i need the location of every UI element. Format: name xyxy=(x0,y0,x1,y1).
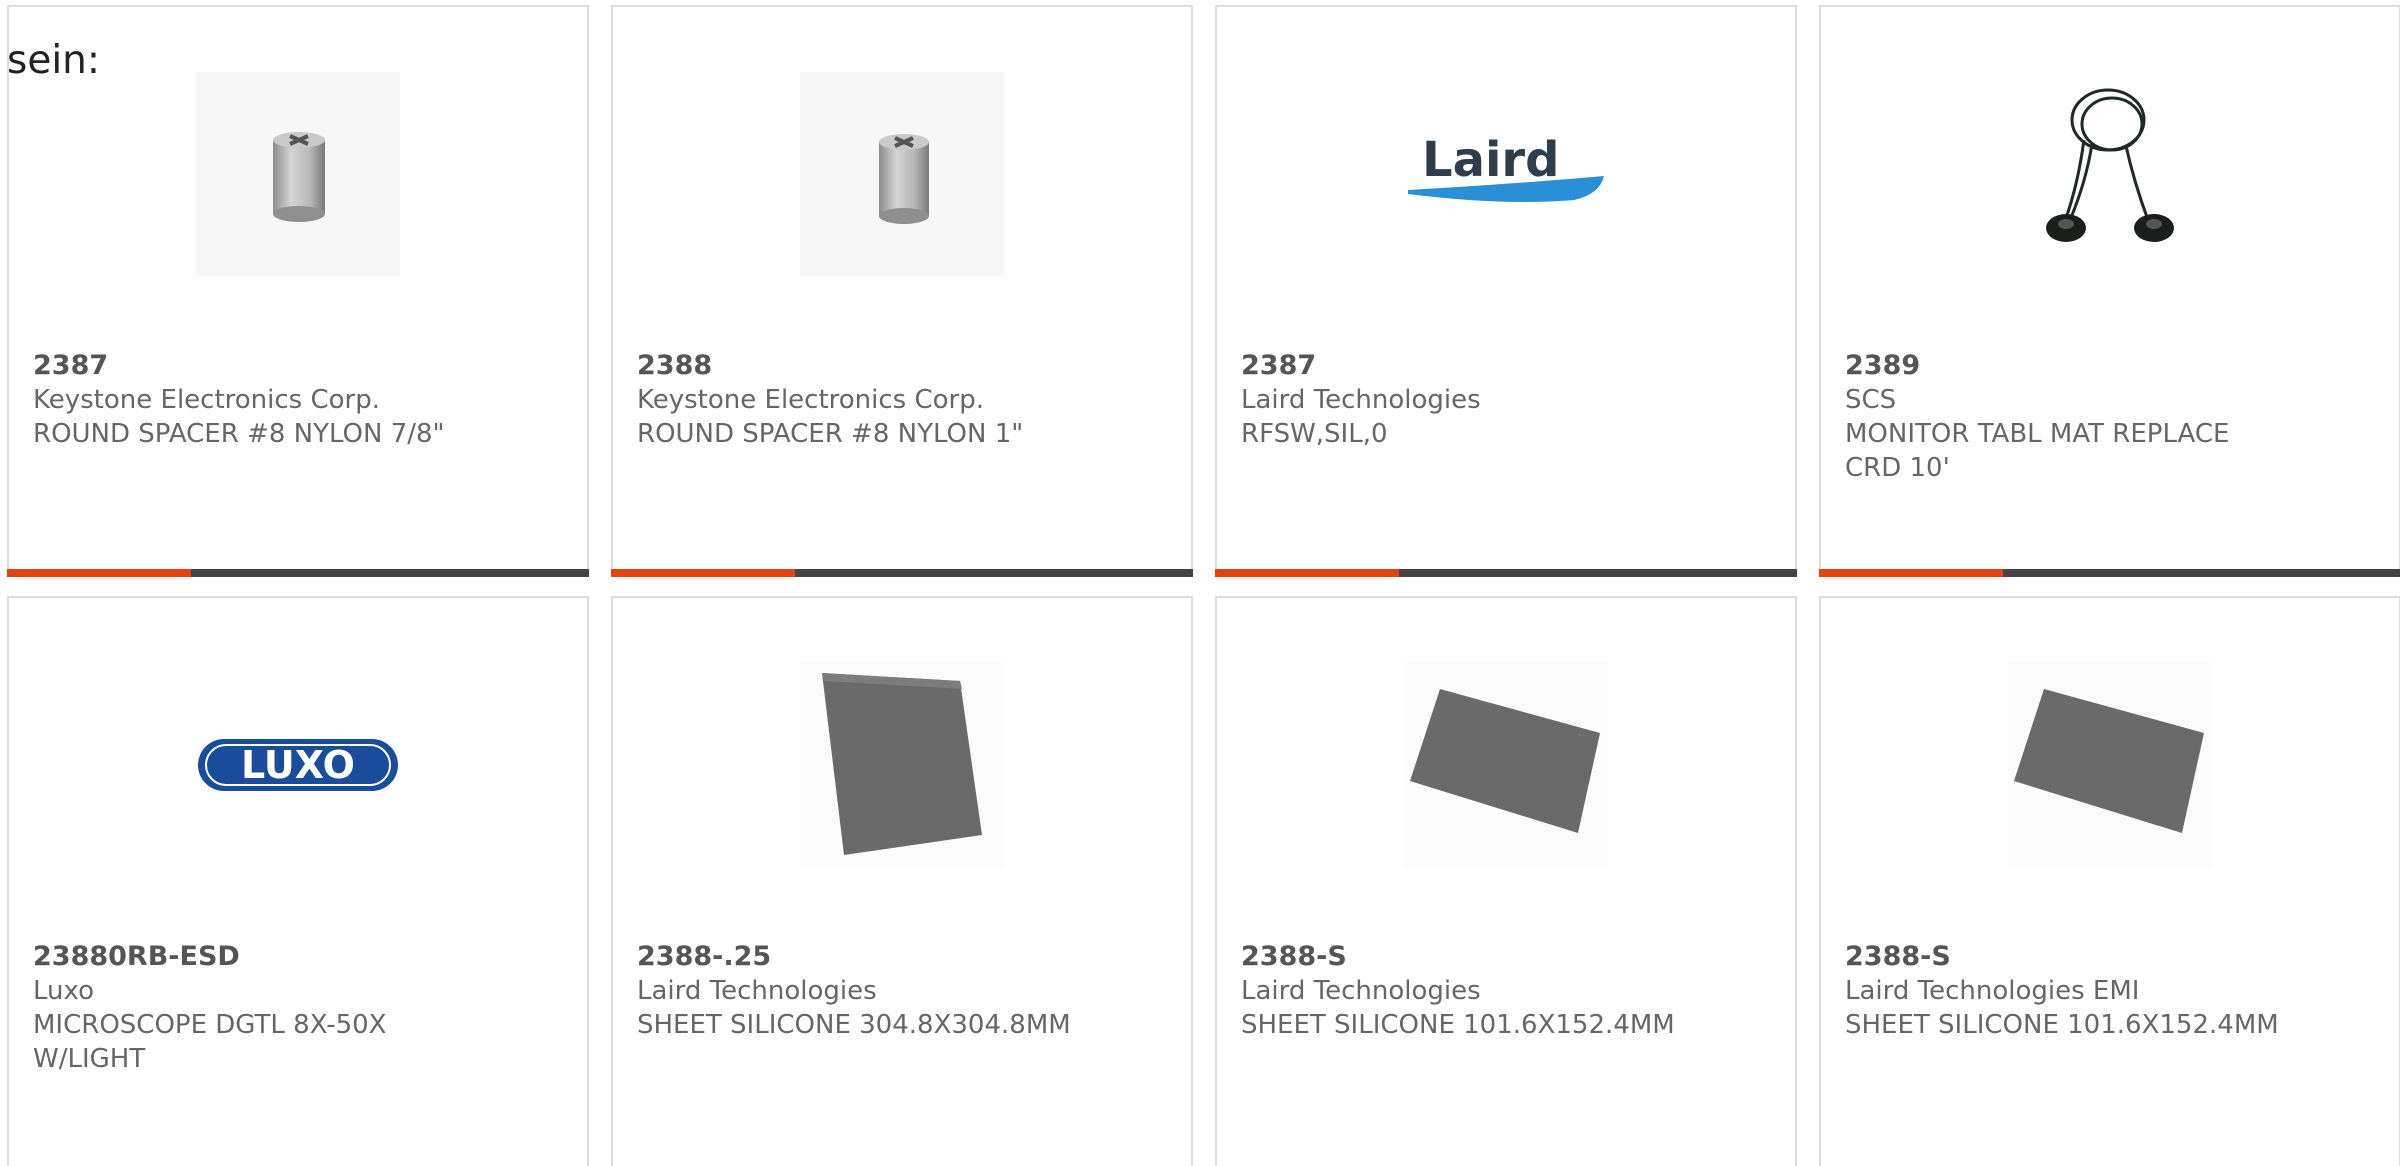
part-number[interactable]: 23880RB-ESD xyxy=(33,941,240,972)
part-number[interactable]: 2388-.25 xyxy=(637,941,771,972)
description: ROUND SPACER #8 NYLON 1" xyxy=(637,419,1024,449)
product-card[interactable]: Laird 2387 Laird Technologies RFSW,SIL,0 xyxy=(1215,5,1797,577)
card-accent-bar xyxy=(1819,569,2400,577)
manufacturer: Laird Technologies xyxy=(1241,976,1481,1006)
part-number[interactable]: 2388-S xyxy=(1845,941,1951,972)
round-spacer-image[interactable] xyxy=(196,72,400,276)
product-card[interactable]: LUXO 23880RB-ESD Luxo MICROSCOPE DGTL 8X… xyxy=(7,596,589,1166)
manufacturer: Keystone Electronics Corp. xyxy=(637,385,985,415)
card-accent-bar xyxy=(1215,569,1797,577)
laird-logo[interactable]: Laird xyxy=(1404,72,1608,276)
description: SHEET SILICONE 101.6X152.4MM xyxy=(1845,1010,2279,1040)
description: SHEET SILICONE 101.6X152.4MM xyxy=(1241,1010,1675,1040)
round-spacer-image[interactable] xyxy=(800,72,1004,276)
part-number[interactable]: 2387 xyxy=(1241,350,1316,381)
description: SHEET SILICONE 304.8X304.8MM xyxy=(637,1010,1071,1040)
intro-text: sein: xyxy=(7,38,101,83)
manufacturer: Laird Technologies xyxy=(637,976,877,1006)
part-number[interactable]: 2388-S xyxy=(1241,941,1347,972)
product-card[interactable]: 2388-S Laird Technologies SHEET SILICONE… xyxy=(1215,596,1797,1166)
card-accent-bar xyxy=(7,569,589,577)
product-card[interactable]: 2389 SCS MONITOR TABL MAT REPLACE CRD 10… xyxy=(1819,5,2400,577)
luxo-logo-text: LUXO xyxy=(241,743,355,787)
product-card[interactable]: 2388-S Laird Technologies EMI SHEET SILI… xyxy=(1819,596,2400,1166)
silicone-sheet-image[interactable] xyxy=(1404,663,1608,867)
manufacturer: Keystone Electronics Corp. xyxy=(33,385,381,415)
laird-logo-text: Laird xyxy=(1422,132,1559,188)
part-number[interactable]: 2387 xyxy=(33,350,108,381)
description: RFSW,SIL,0 xyxy=(1241,419,1388,449)
part-number[interactable]: 2388 xyxy=(637,350,712,381)
manufacturer: Laird Technologies EMI xyxy=(1845,976,2140,1006)
silicone-sheet-image[interactable] xyxy=(800,663,1004,867)
card-accent-bar xyxy=(611,569,1193,577)
silicone-sheet-image[interactable] xyxy=(2008,663,2212,867)
ground-cord-image[interactable] xyxy=(2008,72,2212,276)
product-card[interactable]: 2387 Keystone Electronics Corp. ROUND SP… xyxy=(7,5,589,577)
manufacturer: SCS xyxy=(1845,385,1897,415)
manufacturer: Luxo xyxy=(33,976,95,1006)
product-card[interactable]: 2388-.25 Laird Technologies SHEET SILICO… xyxy=(611,596,1193,1166)
description: MICROSCOPE DGTL 8X-50X W/LIGHT xyxy=(33,1010,387,1074)
part-number[interactable]: 2389 xyxy=(1845,350,1920,381)
luxo-logo[interactable]: LUXO xyxy=(196,663,400,867)
description: MONITOR TABL MAT REPLACE CRD 10' xyxy=(1845,419,2230,483)
product-card[interactable]: 2388 Keystone Electronics Corp. ROUND SP… xyxy=(611,5,1193,577)
description: ROUND SPACER #8 NYLON 7/8" xyxy=(33,419,445,449)
manufacturer: Laird Technologies xyxy=(1241,385,1481,415)
